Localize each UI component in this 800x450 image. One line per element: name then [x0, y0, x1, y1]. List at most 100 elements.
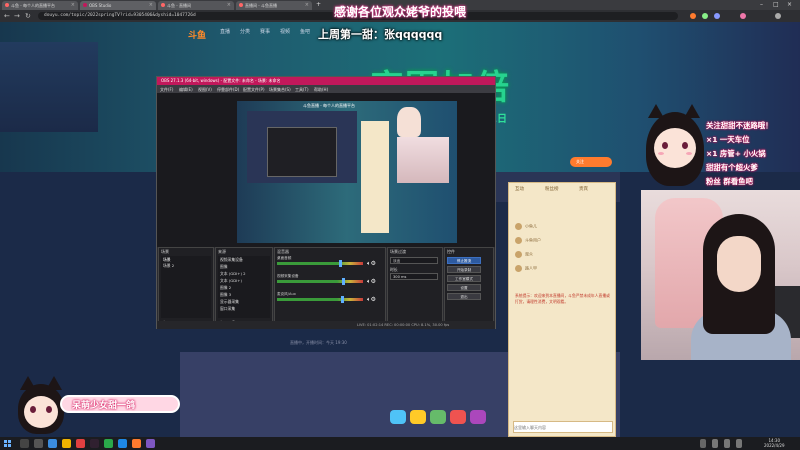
- start-recording-button[interactable]: 开始录制: [447, 266, 481, 273]
- gift-item-icon[interactable]: [450, 410, 466, 424]
- network-icon[interactable]: [712, 439, 718, 448]
- file-explorer-icon[interactable]: [62, 439, 71, 448]
- settings-button[interactable]: 设置: [447, 284, 481, 291]
- notice-line: ×1 房管+ 小火锅: [706, 149, 766, 158]
- subscribe-button[interactable]: 关注: [570, 157, 612, 167]
- task-view-icon[interactable]: [34, 439, 43, 448]
- duration-input[interactable]: 300 ms: [390, 273, 438, 280]
- preview-page-title: 斗鱼直播 - 每个人的直播平台: [303, 103, 355, 108]
- mascot-eye-icon: [682, 142, 688, 149]
- mixer-channel: 视频采集设备 🔈︎⚙: [277, 274, 382, 288]
- obs-icon[interactable]: [90, 439, 99, 448]
- nav-item-video[interactable]: 视频: [280, 28, 290, 35]
- obs-preview[interactable]: 斗鱼直播 - 每个人的直播平台: [157, 93, 495, 247]
- gift-item-icon[interactable]: [410, 410, 426, 424]
- volume-slider[interactable]: [341, 296, 344, 303]
- source-item[interactable]: 文本 (GDI+): [220, 278, 242, 284]
- avatar: [515, 237, 522, 244]
- chrome-icon[interactable]: [76, 439, 85, 448]
- volume-slider[interactable]: [342, 278, 345, 285]
- qq-icon[interactable]: [118, 439, 127, 448]
- overlay-weekly-top: 上周第一甜：张qqqqqq: [318, 28, 443, 41]
- mascot-face: [654, 128, 696, 168]
- chat-user-row[interactable]: 路人甲: [515, 265, 611, 275]
- chat-user-row[interactable]: 观众: [515, 251, 611, 261]
- speaker-icon[interactable]: 🔈︎⚙: [367, 278, 376, 286]
- stop-streaming-button[interactable]: 停止推流: [447, 257, 481, 264]
- tray-chevron-icon[interactable]: [700, 439, 706, 448]
- ime-icon[interactable]: [736, 439, 742, 448]
- obs-statusbar: LIVE: 01:02:14 REC: 00:00:00 CPU: 8.1%, …: [157, 321, 495, 329]
- preview-canvas: 斗鱼直播 - 每个人的直播平台: [237, 101, 457, 243]
- source-item[interactable]: 图像 2: [220, 285, 231, 291]
- banner-left-art: [0, 42, 98, 132]
- dock-title: 来源: [218, 249, 226, 254]
- chat-user-row[interactable]: 斗鱼用户: [515, 237, 611, 247]
- volume-meter: [277, 262, 363, 265]
- gift-item-icon[interactable]: [470, 410, 486, 424]
- chat-panel: 互动 粉丝榜 贵宾 小鱼儿 斗鱼用户 观众 路人甲 系统提示：欢迎来到本直播间，…: [508, 182, 616, 437]
- scene-item[interactable]: 场景 2: [163, 263, 174, 269]
- volume-slider[interactable]: [339, 260, 342, 267]
- volume-icon[interactable]: [724, 439, 730, 448]
- dock-title: 场景过渡: [390, 249, 406, 254]
- app-icon[interactable]: [146, 439, 155, 448]
- dock-title: 控件: [447, 249, 455, 254]
- overlay-thanks-title: 感谢各位观众姥爷的投喂: [333, 5, 466, 19]
- avatar: [515, 265, 522, 272]
- mascot-blush: [686, 152, 692, 155]
- source-item[interactable]: 显示器采集: [220, 299, 239, 305]
- transition-select[interactable]: 淡出: [390, 257, 438, 264]
- nav-item-fishbar[interactable]: 鱼吧: [300, 28, 310, 35]
- windows-start-icon[interactable]: [4, 440, 11, 447]
- douyu-app-icon[interactable]: [132, 439, 141, 448]
- edge-icon[interactable]: [48, 439, 57, 448]
- source-item[interactable]: 图像 3: [220, 292, 231, 298]
- search-icon[interactable]: [20, 439, 29, 448]
- speaker-icon[interactable]: 🔈︎⚙: [367, 296, 376, 304]
- chat-user-row[interactable]: 小鱼儿: [515, 223, 611, 233]
- wechat-icon[interactable]: [104, 439, 113, 448]
- room-status-text: 直播中，开播时间：今天 19:30: [290, 340, 347, 345]
- clock-date: 2022/4/29: [764, 443, 785, 448]
- notice-line: 甜甜有个超火爹: [706, 163, 758, 172]
- mixer-channel: 桌面音频 🔈︎⚙: [277, 256, 382, 270]
- scenes-list: 场景 场景 2: [161, 256, 211, 318]
- nav-item-category[interactable]: 分类: [240, 28, 250, 35]
- chat-tab-interact[interactable]: 互动: [515, 186, 524, 192]
- webcam-feed: [641, 190, 800, 360]
- source-item[interactable]: 窗口采集: [220, 306, 235, 312]
- douyu-logo[interactable]: 斗鱼: [188, 28, 206, 41]
- mascot-top-right: [642, 104, 708, 190]
- exit-button[interactable]: 退出: [447, 293, 481, 300]
- chat-tab-vip[interactable]: 贵宾: [579, 186, 588, 192]
- chat-input[interactable]: [513, 421, 613, 433]
- windows-taskbar: 14:30 2022/4/29: [0, 437, 800, 450]
- volume-meter: [277, 280, 363, 283]
- sources-dock: 来源 视频采集设备 图像 文本 (GDI+) 2 文本 (GDI+) 图像 2 …: [215, 247, 273, 329]
- source-item[interactable]: 文本 (GDI+) 2: [220, 271, 246, 277]
- studio-mode-button[interactable]: 工作室模式: [447, 275, 481, 282]
- notice-line: 关注甜甜不迷路哦！: [706, 121, 773, 130]
- nav-item-live[interactable]: 直播: [220, 28, 230, 35]
- chat-system-notice: 系统提示：欢迎来到本直播间，斗鱼严禁未成年人直播或打赏，请理性消费，文明观看。: [515, 293, 610, 304]
- gift-item-icon[interactable]: [390, 410, 406, 424]
- source-item[interactable]: 视频采集设备: [220, 257, 243, 263]
- obs-titlebar: OBS 27.1.3 (64-bit, windows) - 配置文件: 未命名…: [157, 77, 495, 85]
- preview-chat-capture: [361, 121, 389, 233]
- avatar: [515, 223, 522, 230]
- mascot-eye-icon: [662, 142, 668, 149]
- controls-dock: 控件 停止推流 开始录制 工作室模式 设置 退出: [444, 247, 494, 329]
- source-item[interactable]: 图像: [220, 264, 228, 270]
- follow-notice: 关注甜甜不迷路哦！ ×1 一天车位 ×1 房管+ 小火锅 甜甜有个超火爹 粉丝 …: [706, 116, 800, 190]
- speaker-icon[interactable]: 🔈︎⚙: [367, 260, 376, 268]
- nav-item-events[interactable]: 赛事: [260, 28, 270, 35]
- notice-line: 粉丝 群看鱼吧: [706, 177, 753, 186]
- streamer-name-plate: 呆萌少女甜一鸽: [60, 395, 180, 413]
- obs-menubar: 文件(F) 编辑(E) 视图(V) 停靠部件(D) 配置文件(P) 场景集合(S…: [157, 85, 495, 93]
- preview-obs-recursion: [267, 127, 337, 177]
- chat-tab-fans[interactable]: 粉丝榜: [545, 186, 559, 192]
- taskbar-clock[interactable]: 14:30 2022/4/29: [764, 438, 785, 448]
- gift-item-icon[interactable]: [430, 410, 446, 424]
- screen: 斗鱼 - 每个人的直播平台 × OBS Studio × 斗鱼 - 直播间 × …: [0, 0, 800, 450]
